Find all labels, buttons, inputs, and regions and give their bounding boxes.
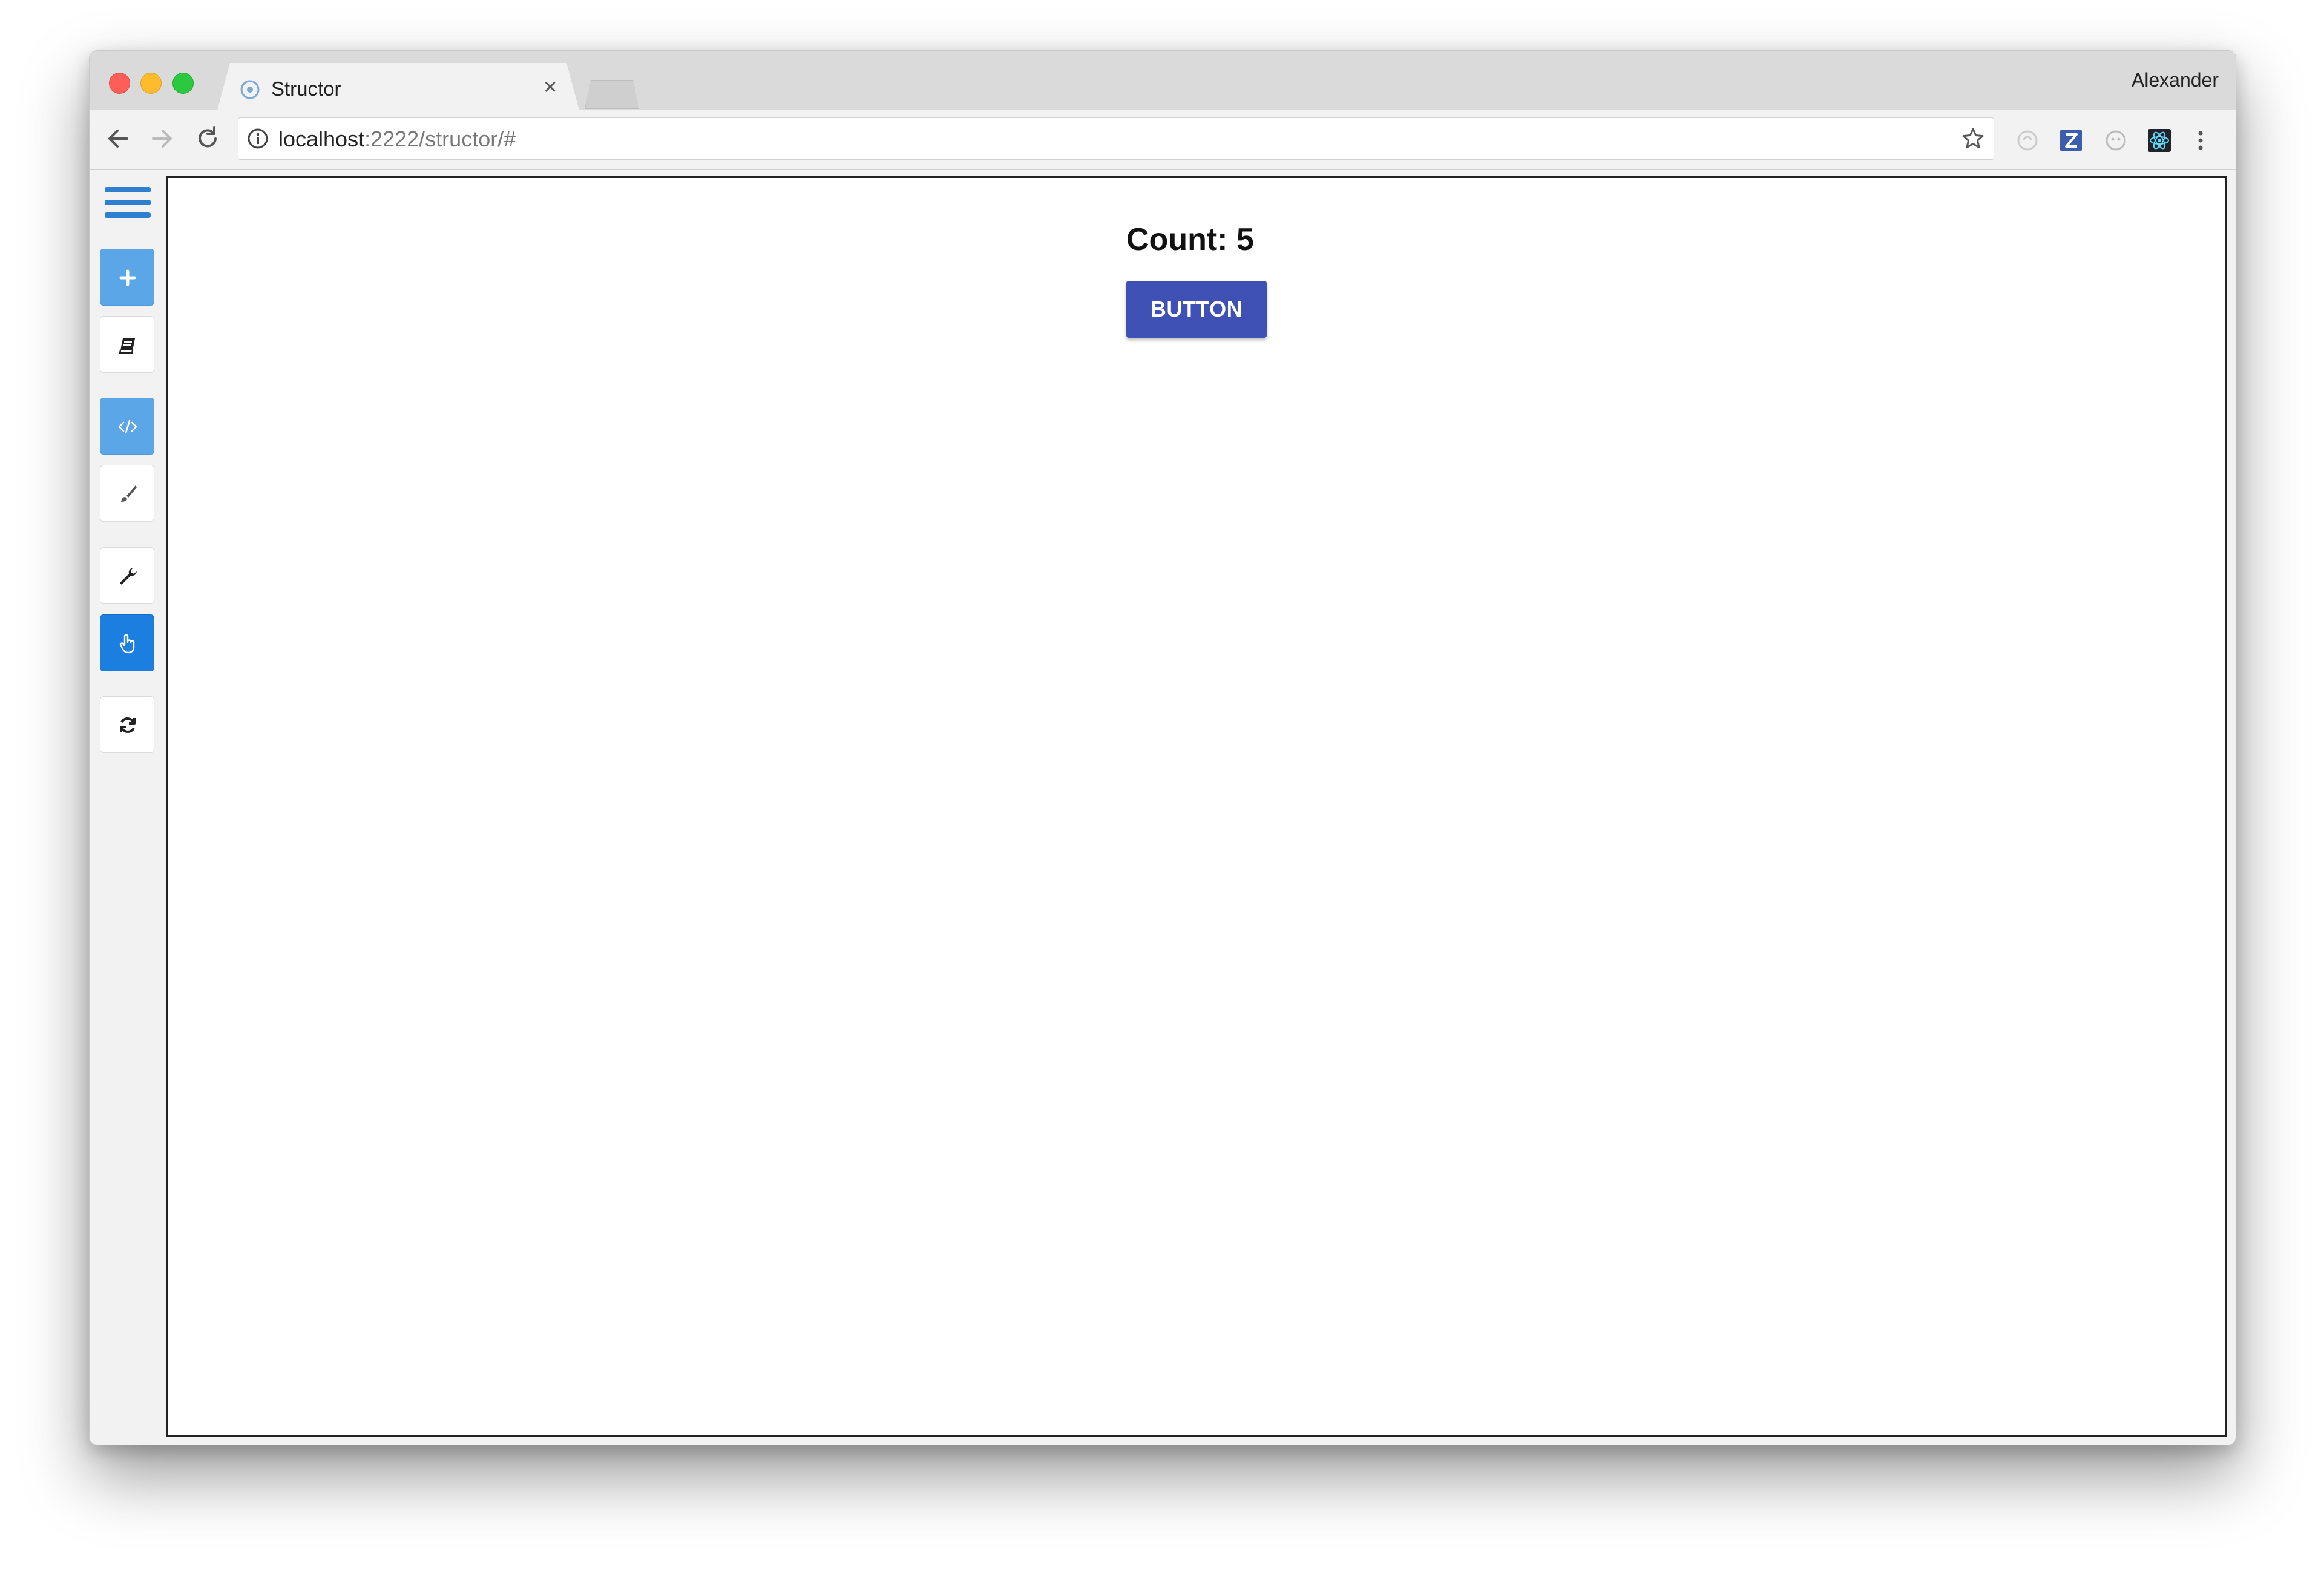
menu-dots-icon[interactable] <box>2188 128 2213 153</box>
new-tab-button[interactable] <box>585 80 639 109</box>
code-view-button[interactable] <box>100 398 154 455</box>
extension-icon[interactable] <box>2015 128 2040 153</box>
plus-icon <box>119 269 136 286</box>
url-host: localhost <box>278 127 365 151</box>
style-editor-button[interactable] <box>100 465 154 522</box>
ghost-icon[interactable] <box>2104 128 2128 153</box>
url-path: :2222/structor/# <box>364 127 516 151</box>
tab-title: Structor <box>271 77 341 100</box>
count-label: Count: 5 <box>1126 222 1254 257</box>
refresh-button[interactable] <box>100 696 154 753</box>
forward-icon[interactable] <box>147 123 177 154</box>
page-preview-frame: Count: 5 BUTTON <box>166 176 2227 1437</box>
back-icon[interactable] <box>103 123 133 154</box>
primary-button[interactable]: BUTTON <box>1126 281 1267 338</box>
star-icon[interactable] <box>1961 127 1985 151</box>
minimize-window-button[interactable] <box>140 73 162 94</box>
close-window-button[interactable] <box>109 73 130 94</box>
tab-strip: Structor × Alexander <box>90 51 2236 113</box>
zoom-window-button[interactable] <box>172 73 194 94</box>
profile-name[interactable]: Alexander <box>2132 69 2219 91</box>
code-icon <box>118 419 137 434</box>
reload-icon[interactable] <box>192 123 223 154</box>
tab-close-icon[interactable]: × <box>543 75 557 99</box>
menu-icon[interactable] <box>105 187 151 226</box>
refresh-icon <box>120 717 136 733</box>
add-component-button[interactable] <box>100 249 154 306</box>
browser-toolbar: localhost:2222/structor/# <box>90 110 2236 170</box>
structor-favicon-icon <box>240 80 260 99</box>
interaction-mode-button[interactable] <box>100 614 154 671</box>
browser-window: Structor × Alexander localhost:2222/stru… <box>89 50 2236 1445</box>
address-bar[interactable]: localhost:2222/structor/# <box>238 117 1994 160</box>
tab-structor[interactable]: Structor × <box>217 63 580 113</box>
brush-icon <box>121 485 137 502</box>
zotero-icon[interactable] <box>2059 128 2083 153</box>
book-icon <box>119 338 135 354</box>
pointer-hand-icon <box>119 634 135 654</box>
structor-sidebar <box>90 170 165 1445</box>
info-icon[interactable] <box>247 128 269 150</box>
url-text[interactable]: localhost:2222/structor/# <box>278 127 516 152</box>
library-button[interactable] <box>100 316 154 373</box>
settings-button[interactable] <box>100 547 154 604</box>
react-devtools-icon[interactable] <box>2147 128 2171 153</box>
wrench-icon <box>120 568 137 585</box>
